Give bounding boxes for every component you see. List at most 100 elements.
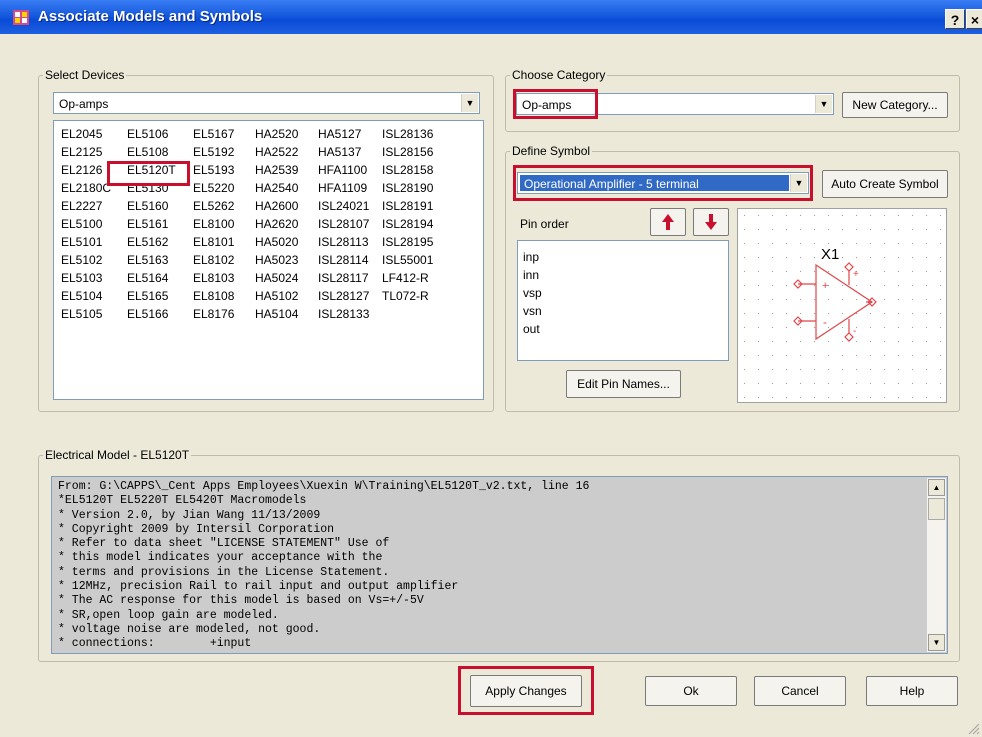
symbol-combo[interactable]: Operational Amplifier - 5 terminal ▼ <box>517 172 809 194</box>
device-item[interactable]: EL8108 <box>193 289 255 304</box>
move-pin-up-button[interactable] <box>650 208 686 236</box>
ok-button[interactable]: Ok <box>645 676 737 706</box>
device-item[interactable]: HA5127 <box>318 127 382 142</box>
scroll-down-icon[interactable]: ▼ <box>928 634 945 651</box>
device-item[interactable]: EL5120T <box>127 163 193 178</box>
device-item[interactable]: EL2180C <box>61 181 127 196</box>
device-item[interactable]: EL8103 <box>193 271 255 286</box>
device-item[interactable]: ISL28117 <box>318 271 382 286</box>
device-item[interactable]: ISL28127 <box>318 289 382 304</box>
device-item[interactable]: TL072-R <box>382 289 462 304</box>
chevron-down-icon[interactable]: ▼ <box>790 174 807 192</box>
model-text-line: * The AC response for this model is base… <box>58 594 424 608</box>
scroll-up-icon[interactable]: ▲ <box>928 479 945 496</box>
device-item[interactable]: ISL28190 <box>382 181 462 196</box>
model-text-line: * 12MHz, precision Rail to rail input an… <box>58 580 459 594</box>
device-item[interactable]: ISL28194 <box>382 217 462 232</box>
auto-create-symbol-button[interactable]: Auto Create Symbol <box>822 170 948 198</box>
device-item[interactable]: EL2045 <box>61 127 127 142</box>
device-item[interactable]: HA2539 <box>255 163 318 178</box>
device-item[interactable]: HA5023 <box>255 253 318 268</box>
device-item[interactable]: HA2620 <box>255 217 318 232</box>
device-item[interactable]: EL5130 <box>127 181 193 196</box>
device-item[interactable]: EL5193 <box>193 163 255 178</box>
device-item[interactable]: EL5162 <box>127 235 193 250</box>
device-item[interactable]: EL5108 <box>127 145 193 160</box>
move-pin-down-button[interactable] <box>693 208 729 236</box>
pin-order-list[interactable]: inp inn vsp vsn out <box>517 240 729 361</box>
help-button[interactable]: Help <box>866 676 958 706</box>
device-item[interactable]: ISL28136 <box>382 127 462 142</box>
device-item[interactable]: EL5160 <box>127 199 193 214</box>
device-item[interactable]: HA5104 <box>255 307 318 322</box>
device-item[interactable]: EL5165 <box>127 289 193 304</box>
device-item[interactable]: EL8102 <box>193 253 255 268</box>
pin-item[interactable]: inp <box>523 248 542 266</box>
device-item[interactable]: EL5262 <box>193 199 255 214</box>
cancel-button[interactable]: Cancel <box>754 676 846 706</box>
device-item[interactable]: HA5020 <box>255 235 318 250</box>
device-item[interactable]: ISL28133 <box>318 307 382 322</box>
device-item[interactable]: ISL55001 <box>382 253 462 268</box>
device-item[interactable]: HA5024 <box>255 271 318 286</box>
edit-pin-names-button[interactable]: Edit Pin Names... <box>566 370 681 398</box>
help-title-button[interactable]: ? <box>945 9 965 29</box>
device-item[interactable]: EL5101 <box>61 235 127 250</box>
device-item[interactable]: ISL28195 <box>382 235 462 250</box>
device-item[interactable]: EL8101 <box>193 235 255 250</box>
device-item[interactable]: EL5192 <box>193 145 255 160</box>
device-item[interactable]: ISL24021 <box>318 199 382 214</box>
close-title-button[interactable]: × <box>966 9 982 29</box>
device-list[interactable]: EL2045 EL5106 EL5167 HA2520 HA5127 ISL28136 EL… <box>53 120 484 400</box>
device-item[interactable]: EL5106 <box>127 127 193 142</box>
device-item[interactable]: HA2522 <box>255 145 318 160</box>
device-item[interactable]: HFA1109 <box>318 181 382 196</box>
device-item[interactable]: EL8100 <box>193 217 255 232</box>
device-item[interactable]: EL5100 <box>61 217 127 232</box>
device-item[interactable]: EL5102 <box>61 253 127 268</box>
supply-minus-sign: - <box>853 326 856 337</box>
device-item[interactable]: EL5220 <box>193 181 255 196</box>
device-item[interactable]: EL5104 <box>61 289 127 304</box>
device-item[interactable]: ISL28107 <box>318 217 382 232</box>
pin-item[interactable]: out <box>523 320 542 338</box>
title-bar[interactable]: Associate Models and Symbols ? × <box>0 0 982 34</box>
chevron-down-icon[interactable]: ▼ <box>815 95 832 113</box>
device-item[interactable]: EL8176 <box>193 307 255 322</box>
device-item[interactable]: HA2540 <box>255 181 318 196</box>
chevron-down-icon[interactable]: ▼ <box>461 94 478 112</box>
symbol-preview[interactable]: X1 + - + - <box>737 208 947 403</box>
device-item[interactable]: EL5167 <box>193 127 255 142</box>
apply-changes-button[interactable]: Apply Changes <box>470 675 582 707</box>
device-item[interactable]: ISL28114 <box>318 253 382 268</box>
resize-grip-icon[interactable] <box>966 721 980 735</box>
pin-item[interactable]: vsp <box>523 284 542 302</box>
device-item[interactable]: HA2520 <box>255 127 318 142</box>
device-item[interactable]: EL2126 <box>61 163 127 178</box>
device-item[interactable]: EL5161 <box>127 217 193 232</box>
device-item[interactable]: EL5166 <box>127 307 193 322</box>
pin-item[interactable]: inn <box>523 266 542 284</box>
device-item[interactable]: ISL28156 <box>382 145 462 160</box>
model-scrollbar[interactable]: ▲ ▼ <box>927 478 946 652</box>
device-item[interactable]: HA5102 <box>255 289 318 304</box>
device-item[interactable]: EL2125 <box>61 145 127 160</box>
device-item[interactable]: EL5103 <box>61 271 127 286</box>
new-category-button[interactable]: New Category... <box>842 92 948 118</box>
device-item[interactable]: LF412-R <box>382 271 462 286</box>
scroll-thumb[interactable] <box>928 498 945 520</box>
device-item[interactable]: ISL28113 <box>318 235 382 250</box>
device-item[interactable]: HFA1100 <box>318 163 382 178</box>
device-item[interactable]: EL5105 <box>61 307 127 322</box>
pin-item[interactable]: vsn <box>523 302 542 320</box>
device-category-combo[interactable]: Op-amps ▼ <box>53 92 480 114</box>
device-item[interactable]: HA2600 <box>255 199 318 214</box>
device-item[interactable]: HA5137 <box>318 145 382 160</box>
device-item[interactable]: EL5164 <box>127 271 193 286</box>
category-combo[interactable]: Op-amps ▼ <box>516 93 834 115</box>
device-item[interactable]: EL2227 <box>61 199 127 214</box>
device-item[interactable]: EL5163 <box>127 253 193 268</box>
device-item[interactable]: ISL28191 <box>382 199 462 214</box>
device-item[interactable]: ISL28158 <box>382 163 462 178</box>
model-text-area[interactable]: From: G:\CAPPS\_Cent Apps Employees\Xuex… <box>51 476 948 654</box>
